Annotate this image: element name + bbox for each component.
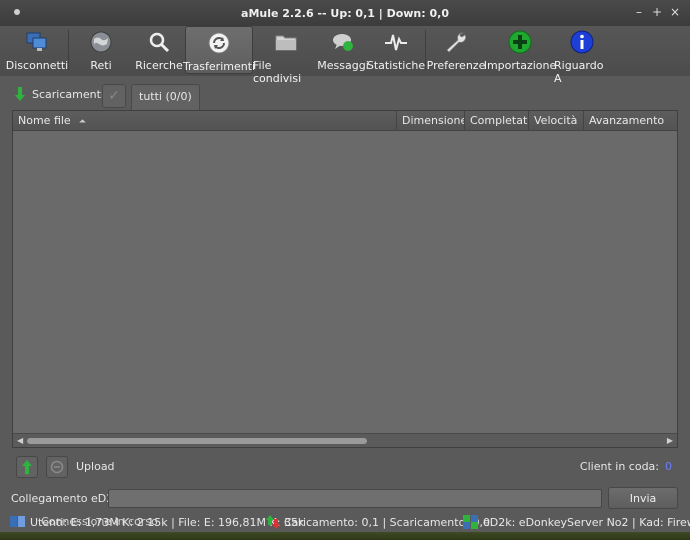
transfers-button[interactable]: Trasferimenti: [182, 26, 256, 74]
transfer-status-text: Caricamento: 0,1 | Scaricamento: 0,0: [284, 515, 491, 529]
checkmark-icon: ✓: [108, 88, 120, 104]
column-progress[interactable]: Avanzamento: [584, 111, 677, 131]
toggle-upload-button[interactable]: [16, 456, 38, 478]
status-server: eD2k: eDonkeyServer No2 | Kad: Firewalle…: [463, 515, 690, 529]
toolbar-label: Importazione: [483, 59, 557, 72]
upload-label: Upload: [76, 460, 115, 473]
send-button[interactable]: Invia: [608, 487, 678, 509]
chat-bubble-icon: [331, 30, 355, 54]
preferences-button[interactable]: Preferenze: [426, 26, 486, 74]
transfer-status-icon: [266, 515, 280, 529]
ed2k-label: Collegamento eD2k:: [11, 492, 124, 505]
connecting-status-text: Connessione in corso: [41, 515, 158, 528]
horizontal-scrollbar[interactable]: ◀ ▶: [13, 433, 677, 447]
queue-label: Client in coda:: [579, 460, 659, 473]
toolbar-label: Statistiche: [366, 59, 426, 72]
downloads-label: Scaricamenti: [32, 87, 104, 101]
globe-icon: [89, 30, 113, 54]
downloads-header: Scaricamenti: [14, 87, 104, 101]
clients-icon: [50, 460, 64, 474]
toolbar-label: Reti: [90, 59, 112, 72]
column-size[interactable]: Dimensione: [397, 111, 465, 131]
scroll-left-icon[interactable]: ◀: [17, 436, 23, 445]
column-speed[interactable]: Velocità: [529, 111, 584, 131]
magnifier-icon: [147, 30, 171, 54]
queue-count: 0: [665, 460, 672, 473]
networks-button[interactable]: Reti: [69, 26, 133, 74]
info-icon: [570, 30, 594, 54]
plus-circle-icon: [508, 30, 532, 54]
download-arrows-icon: [15, 87, 25, 101]
connection-status-icon: [10, 516, 25, 527]
shared-files-button[interactable]: File condivisi: [253, 26, 319, 85]
minimize-button[interactable]: –: [634, 5, 644, 19]
downloads-list[interactable]: Nome file ⏶ Dimensione Completati Velocit…: [12, 110, 678, 448]
import-button[interactable]: Importazione: [483, 26, 557, 74]
title-bar: aMule 2.2.6 -- Up: 0,1 | Down: 0,0 – + ×: [0, 0, 690, 26]
close-button[interactable]: ×: [670, 5, 680, 19]
toolbar-label: Messaggi: [317, 59, 369, 72]
status-transfer: Caricamento: 0,1 | Scaricamento: 0,0: [266, 515, 490, 529]
network-status-icon: [463, 515, 478, 529]
pulse-graph-icon: [384, 30, 408, 54]
messages-button[interactable]: Messaggi: [317, 26, 369, 74]
status-bar: Utenti: E: 1,73M K: 2 15k | File: E: 196…: [0, 512, 690, 532]
scroll-right-icon[interactable]: ▶: [667, 436, 673, 445]
downloads-tab-row: Scaricamenti ✓ tutti (0/0): [0, 82, 690, 110]
desktop-background: [0, 532, 690, 540]
wrench-icon: [444, 30, 468, 54]
queue-counter: Client in coda: 0: [580, 460, 672, 473]
window-title: aMule 2.2.6 -- Up: 0,1 | Down: 0,0: [241, 6, 449, 20]
window-menu-icon[interactable]: [14, 9, 20, 15]
amule-window: aMule 2.2.6 -- Up: 0,1 | Down: 0,0 – + ×…: [0, 0, 690, 540]
column-completed[interactable]: Completati: [465, 111, 529, 131]
search-button[interactable]: Ricerche: [133, 26, 185, 74]
sort-indicator-icon: ⏶: [78, 117, 86, 127]
transfer-arrows-icon: [207, 31, 231, 55]
statistics-button[interactable]: Statistiche: [367, 26, 425, 74]
toolbar-label: Ricerche: [135, 59, 183, 72]
scrollbar-thumb[interactable]: [27, 438, 367, 444]
ed2k-link-row: Collegamento eD2k: Invia: [0, 487, 690, 511]
upload-arrows-icon: [22, 460, 32, 474]
list-header: Nome file ⏶ Dimensione Completati Velocit…: [13, 111, 677, 131]
disconnect-button[interactable]: Disconnetti: [6, 26, 68, 74]
tab-all[interactable]: tutti (0/0): [131, 84, 200, 110]
main-toolbar: Disconnetti Reti Ricerche Trasferimenti: [0, 26, 690, 85]
window-controls: – + ×: [634, 5, 680, 19]
clients-button[interactable]: [46, 456, 68, 478]
server-status-text: eD2k: eDonkeyServer No2 | Kad: Firewalle…: [483, 515, 690, 529]
shared-folder-icon: [274, 30, 298, 54]
toolbar-label: Preferenze: [426, 59, 486, 72]
toolbar-label: Disconnetti: [5, 59, 69, 72]
column-filename[interactable]: Nome file ⏶: [13, 111, 397, 131]
status-users: Utenti: E: 1,73M K: 2 15k | File: E: 196…: [10, 515, 304, 529]
checkmark-button[interactable]: ✓: [102, 84, 126, 108]
monitor-network-icon: [25, 30, 49, 54]
toolbar-label: Trasferimenti: [182, 60, 256, 73]
upload-row: Upload Client in coda: 0: [0, 452, 690, 480]
ed2k-link-input[interactable]: [108, 489, 602, 508]
maximize-button[interactable]: +: [652, 5, 662, 19]
about-button[interactable]: Riguardo A: [554, 26, 610, 85]
